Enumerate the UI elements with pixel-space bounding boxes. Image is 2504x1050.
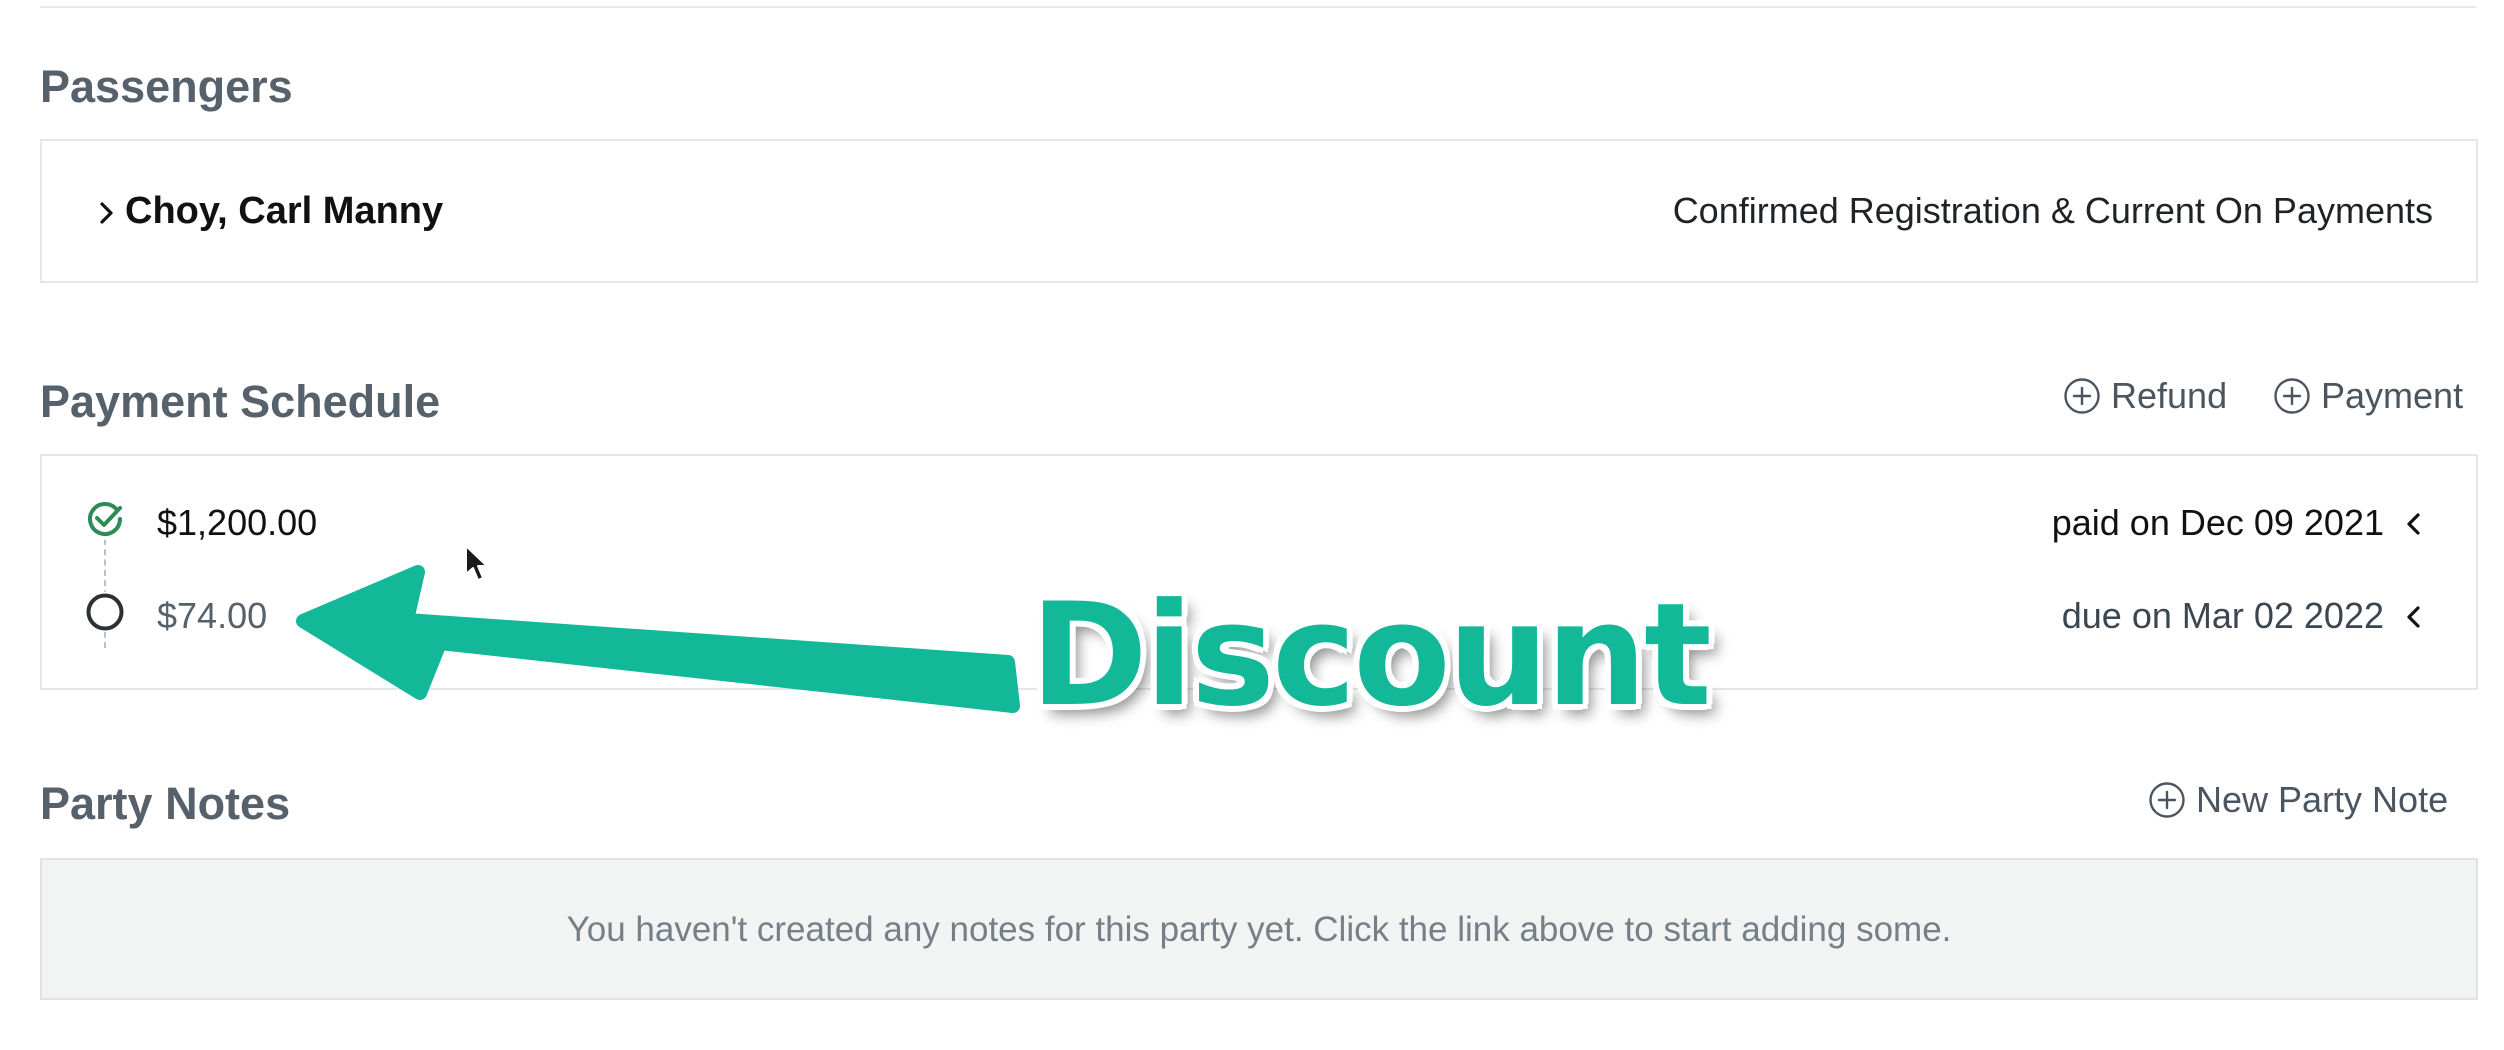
check-circle-icon	[84, 498, 126, 540]
payment-amount: $1,200.00	[157, 502, 318, 543]
open-circle-icon	[85, 592, 125, 632]
annotation-label: Discount	[1030, 573, 1712, 738]
add-refund-button[interactable]: Refund	[2063, 375, 2227, 417]
payment-amount: $74.00	[157, 595, 268, 636]
passengers-panel: Choy, Carl Manny Confirmed Registration …	[40, 139, 2478, 283]
passenger-row[interactable]: Choy, Carl Manny Confirmed Registration …	[42, 141, 2476, 281]
party-notes-panel: You haven't created any notes for this p…	[40, 858, 2478, 1000]
chevron-left-icon[interactable]	[2402, 508, 2424, 540]
payment-status: due on Mar 02 2022	[2061, 595, 2384, 636]
new-party-note-label[interactable]: New Party Note	[2196, 779, 2448, 821]
payment-schedule-heading: Payment Schedule	[40, 376, 441, 427]
new-party-note-button[interactable]: New Party Note	[2148, 779, 2448, 821]
passengers-heading: Passengers	[40, 61, 293, 112]
party-notes-heading: Party Notes	[40, 778, 291, 829]
chevron-right-icon[interactable]	[96, 197, 118, 229]
payment-label[interactable]: Payment	[2321, 375, 2463, 417]
mouse-cursor-icon	[465, 545, 488, 581]
refund-label[interactable]: Refund	[2111, 375, 2227, 417]
add-payment-button[interactable]: Payment	[2273, 375, 2463, 417]
top-divider	[40, 6, 2476, 8]
plus-circle-icon	[2274, 378, 2310, 414]
plus-circle-icon	[2064, 378, 2100, 414]
plus-circle-icon	[2149, 782, 2185, 818]
notes-empty-message: You haven't created any notes for this p…	[566, 910, 1952, 949]
chevron-left-icon[interactable]	[2402, 601, 2424, 633]
passenger-status: Confirmed Registration & Current On Paym…	[1672, 190, 2433, 231]
payment-status: paid on Dec 09 2021	[2051, 502, 2384, 543]
passenger-name[interactable]: Choy, Carl Manny	[125, 190, 443, 233]
